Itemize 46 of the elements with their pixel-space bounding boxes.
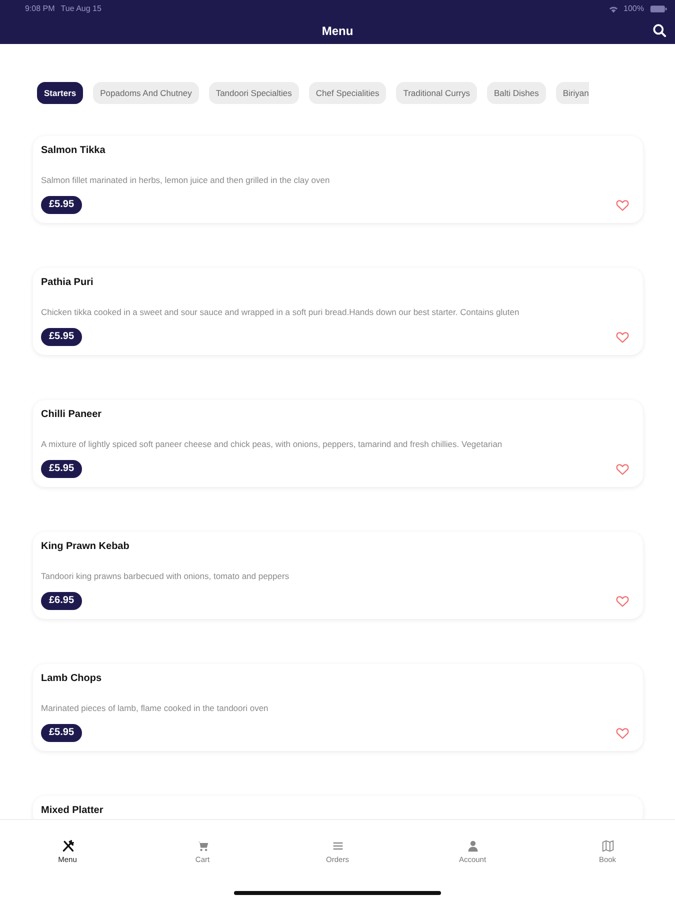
- price-tag: £5.95: [41, 724, 82, 742]
- status-date: Tue Aug 15: [60, 4, 102, 14]
- price-tag: £5.95: [41, 196, 82, 214]
- heart-icon[interactable]: [616, 728, 629, 738]
- heart-icon[interactable]: [616, 596, 629, 606]
- menu-item-card[interactable]: Lamb Chops Marinated pieces of lamb, flame cooked in the tandoori oven £5.95: [33, 664, 643, 751]
- item-description: Chicken tikka cooked in a sweet and sour sauce and wrapped in a soft puri bread.Hands down our best starter. Contains gluten: [41, 306, 520, 318]
- status-time: 9:08 PM: [25, 4, 55, 14]
- list-icon: [332, 840, 344, 852]
- search-icon[interactable]: [653, 24, 666, 37]
- map-icon: [602, 840, 614, 852]
- item-name: Chilli Paneer: [41, 409, 103, 421]
- fork-knife-icon: [62, 840, 74, 852]
- menu-item-card[interactable]: Mixed Platter: [33, 796, 643, 819]
- battery-percent: 100%: [624, 4, 644, 14]
- category-tab[interactable]: Starters: [37, 82, 84, 104]
- wifi-icon: [608, 6, 618, 12]
- category-tab[interactable]: Chef Specialities: [308, 82, 386, 104]
- item-name: Lamb Chops: [41, 673, 103, 685]
- heart-icon[interactable]: [616, 464, 629, 474]
- heart-icon[interactable]: [616, 332, 629, 342]
- menu-item-card[interactable]: Chilli Paneer A mixture of lightly spiced soft paneer cheese and chick peas, with onions, peppers, tamarind and fresh chillies. Vegetarian £5.95: [33, 400, 643, 487]
- item-description: Salmon fillet marinated in herbs, lemon juice and then grilled in the clay oven: [41, 174, 331, 186]
- item-description: Marinated pieces of lamb, flame cooked in the tandoori oven: [41, 702, 270, 714]
- category-tab[interactable]: Traditional Currys: [396, 82, 477, 104]
- menu-item-card[interactable]: King Prawn Kebab Tandoori king prawns barbecued with onions, tomato and peppers £6.95: [33, 532, 643, 619]
- category-tab[interactable]: Popadoms And Chutney: [93, 82, 199, 104]
- item-name: Pathia Puri: [41, 277, 94, 289]
- heart-icon[interactable]: [616, 200, 629, 210]
- cart-icon: [196, 840, 208, 852]
- menu-item-card[interactable]: Pathia Puri Chicken tikka cooked in a sweet and sour sauce and wrapped in a soft puri bread.Hands down our best starter. Contains gluten £5.95: [33, 268, 643, 355]
- item-description: Tandoori king prawns barbecued with onions, tomato and peppers: [41, 570, 290, 582]
- item-name: Mixed Platter: [41, 805, 104, 817]
- item-description: A mixture of lightly spiced soft paneer cheese and chick peas, with onions, peppers, tamarind and fresh chillies. Vegetarian: [41, 438, 504, 450]
- menu-item-card[interactable]: Salmon Tikka Salmon fillet marinated in herbs, lemon juice and then grilled in the clay oven £5.95: [33, 136, 643, 223]
- item-name: King Prawn Kebab: [41, 541, 130, 553]
- person-icon: [466, 840, 478, 852]
- category-tab[interactable]: Biriyan: [556, 82, 589, 104]
- price-tag: £6.95: [41, 592, 82, 610]
- screen-title: Menu: [322, 24, 354, 38]
- category-tab[interactable]: Balti Dishes: [486, 82, 546, 104]
- category-tab[interactable]: Tandoori Specialties: [208, 82, 299, 104]
- battery-icon: [650, 5, 667, 13]
- price-tag: £5.95: [41, 460, 82, 478]
- price-tag: £5.95: [41, 328, 82, 346]
- item-name: Salmon Tikka: [41, 145, 106, 157]
